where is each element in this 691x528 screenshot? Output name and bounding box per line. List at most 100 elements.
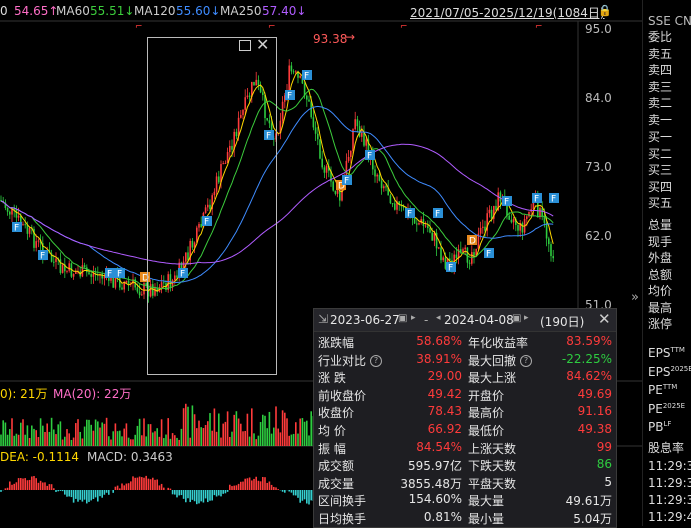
volume-bar xyxy=(174,435,176,446)
lock-icon[interactable]: 🔒 xyxy=(598,4,612,17)
ma250-label: MA250 xyxy=(220,4,261,18)
end-date-field[interactable]: 2024-04-08 xyxy=(444,313,514,327)
macd-bar xyxy=(42,482,44,490)
signal-marker-label: F xyxy=(504,198,509,208)
macd-bar xyxy=(207,490,209,502)
range-selection-box[interactable] xyxy=(147,37,277,375)
svg-text:⌐: ⌐ xyxy=(268,22,276,32)
stat-value: 83.59% xyxy=(566,334,612,348)
quote-field-label: 委比 xyxy=(648,30,672,44)
candle-body xyxy=(383,186,385,188)
signal-marker[interactable]: F xyxy=(405,208,415,220)
candle-body xyxy=(66,271,68,272)
y-tick-1: 95.0 xyxy=(585,22,612,36)
volume-bar xyxy=(7,435,9,446)
macd-bar xyxy=(185,490,187,502)
volume-bar xyxy=(152,432,154,446)
signal-marker[interactable]: F xyxy=(38,250,48,262)
candle-body xyxy=(332,181,334,190)
candle-body xyxy=(500,192,502,201)
signal-marker[interactable]: F xyxy=(446,262,456,274)
macd-bar xyxy=(95,490,97,497)
expand-panel-icon[interactable]: » xyxy=(631,290,639,305)
macd-bar xyxy=(68,490,70,496)
signal-marker[interactable]: F xyxy=(342,175,352,187)
macd-bar xyxy=(31,477,33,490)
quote-field: 现手 xyxy=(648,233,672,250)
volume-bar xyxy=(216,432,218,446)
collapse-icon[interactable]: ⇲ xyxy=(318,312,328,326)
signal-marker[interactable]: F xyxy=(302,70,312,82)
range-flags: ⌐ ⌐ ⌐ ⌐ xyxy=(135,22,543,32)
help-icon[interactable]: ? xyxy=(370,355,382,367)
macd-bar xyxy=(130,481,132,490)
signal-marker[interactable]: F xyxy=(12,222,22,234)
signal-marker[interactable]: F xyxy=(433,208,443,220)
end-calendar-icon[interactable]: ▣ xyxy=(512,313,521,324)
macd-bar xyxy=(299,490,301,503)
signal-marker[interactable]: D xyxy=(467,235,477,247)
volume-bar xyxy=(196,428,198,446)
macd-bar xyxy=(0,490,2,492)
signal-marker[interactable]: F xyxy=(105,268,115,280)
start-calendar-icon[interactable]: ▣ xyxy=(398,313,407,324)
end-date-back-icon[interactable]: ◂ xyxy=(436,313,441,323)
start-date-field[interactable]: 2023-06-27 xyxy=(330,313,400,327)
volume-bar xyxy=(42,426,44,446)
stat-value: 0.81% xyxy=(424,510,462,524)
signal-marker[interactable]: F xyxy=(502,196,512,208)
signal-marker[interactable]: F xyxy=(285,90,295,102)
signal-marker[interactable]: F xyxy=(549,193,559,205)
volume-bar xyxy=(266,428,268,446)
macd-bar xyxy=(24,478,26,490)
stat-label: 收盘价 xyxy=(318,404,354,421)
close-selection-icon[interactable]: ✕ xyxy=(256,37,269,53)
close-popup-icon[interactable]: ✕ xyxy=(598,310,611,328)
candle-body xyxy=(438,248,440,249)
macd-bar xyxy=(238,484,240,490)
volume-bar xyxy=(141,435,143,446)
volume-bar xyxy=(134,435,136,446)
candle-body xyxy=(9,212,11,215)
volume-bar xyxy=(167,418,169,446)
volume-bar xyxy=(24,435,26,446)
volume-bar xyxy=(64,437,66,446)
svg-text:⌐: ⌐ xyxy=(135,22,143,32)
macd-bar xyxy=(200,490,202,501)
candle-body xyxy=(299,76,301,78)
macd-bar xyxy=(258,481,260,490)
volume-bar xyxy=(302,418,304,446)
volume-bar xyxy=(295,422,297,446)
quote-field-label: 卖四 xyxy=(648,63,672,77)
candle-body xyxy=(313,117,315,127)
macd-bar xyxy=(192,490,194,500)
candle-body xyxy=(128,281,130,284)
volume-bar xyxy=(57,424,59,446)
date-range-selector[interactable]: 2021/07/05-2025/12/19(1084日) xyxy=(410,4,605,21)
candle-body xyxy=(121,288,123,290)
macd-bar xyxy=(284,490,286,493)
macd-bar xyxy=(187,490,189,498)
signal-marker[interactable]: F xyxy=(115,268,125,280)
signal-marker[interactable]: F xyxy=(484,248,494,260)
maximize-icon[interactable] xyxy=(239,40,251,51)
signal-marker-label: F xyxy=(344,177,349,187)
svg-text:⌐: ⌐ xyxy=(400,22,408,32)
macd-bar xyxy=(40,481,42,490)
help-icon[interactable]: ? xyxy=(520,355,532,367)
candle-body xyxy=(379,175,381,181)
macd-bar xyxy=(214,490,216,495)
candle-body xyxy=(306,96,308,100)
candle-body xyxy=(293,71,295,72)
candle-body xyxy=(511,220,513,223)
candle-body xyxy=(425,226,427,227)
signal-marker-label: F xyxy=(448,264,453,274)
start-date-dropdown-icon[interactable]: ▸ xyxy=(411,313,416,323)
signal-marker[interactable]: F xyxy=(365,150,375,162)
end-date-dropdown-icon[interactable]: ▸ xyxy=(524,313,529,323)
candle-body xyxy=(123,283,125,290)
volume-bar xyxy=(198,421,200,446)
volume-bar xyxy=(218,413,220,446)
volume-bar xyxy=(244,431,246,446)
signal-marker[interactable]: F xyxy=(532,193,542,205)
